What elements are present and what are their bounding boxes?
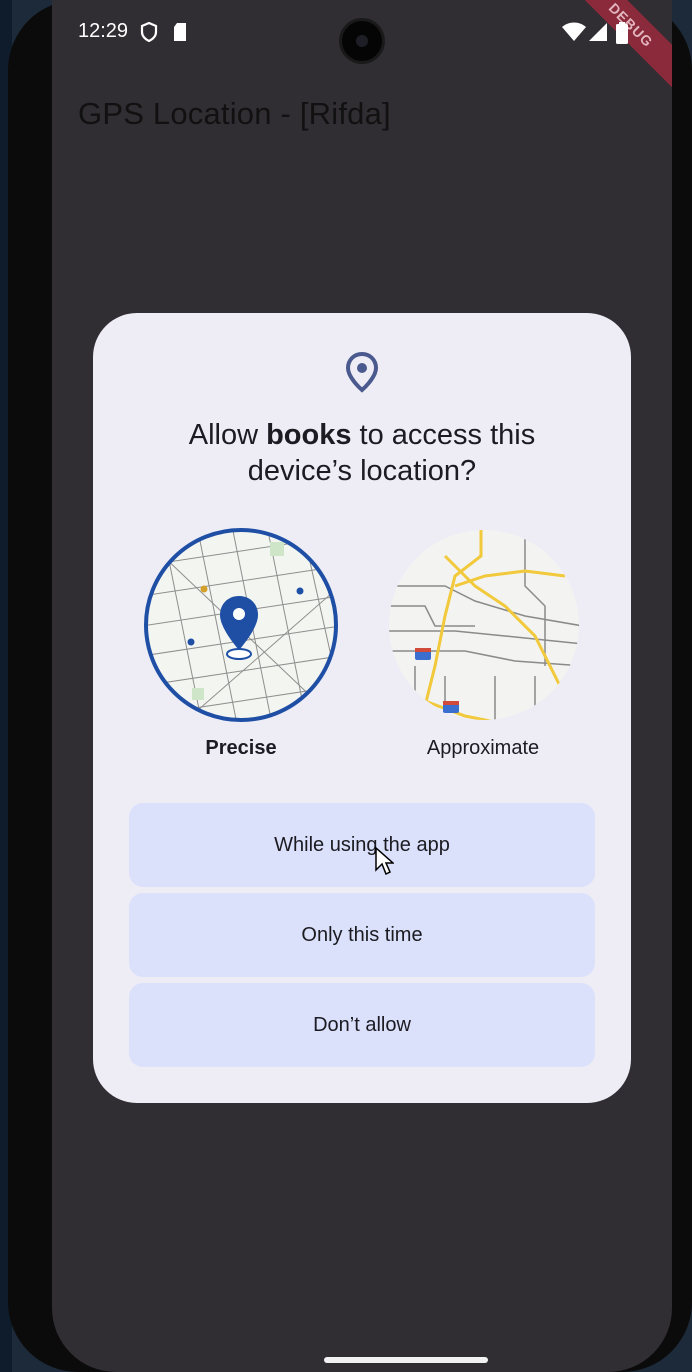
status-time: 12:29 [78, 20, 129, 42]
home-indicator[interactable] [324, 1357, 488, 1363]
sd-card-icon [172, 22, 188, 48]
mouse-cursor-icon [374, 846, 395, 881]
location-permission-dialog: Allow books to access this device’s loca… [93, 313, 631, 1103]
front-camera [339, 18, 385, 64]
title-prefix: Allow [188, 419, 267, 451]
precise-label[interactable]: Precise [141, 737, 341, 760]
battery-icon [616, 22, 628, 50]
only-this-time-button[interactable]: Only this time [129, 893, 595, 977]
phone-screen: DEBUG 12:29 GPS Location - [Rifda] Allow… [52, 0, 672, 1372]
approximate-label[interactable]: Approximate [383, 737, 583, 760]
wifi-icon [562, 22, 586, 48]
location-pin-icon [345, 351, 379, 398]
approximate-option-map[interactable] [385, 526, 583, 729]
dialog-title: Allow books to access this device’s loca… [133, 417, 591, 489]
cell-signal-icon [588, 22, 608, 48]
shield-icon [140, 21, 158, 48]
while-using-app-button[interactable]: While using the app [129, 803, 595, 887]
phone-frame: DEBUG 12:29 GPS Location - [Rifda] Allow… [8, 0, 692, 1372]
app-title: GPS Location - [Rifda] [78, 96, 391, 131]
dont-allow-button[interactable]: Don’t allow [129, 983, 595, 1067]
app-name: books [266, 419, 352, 451]
precise-option-map[interactable] [142, 526, 340, 729]
